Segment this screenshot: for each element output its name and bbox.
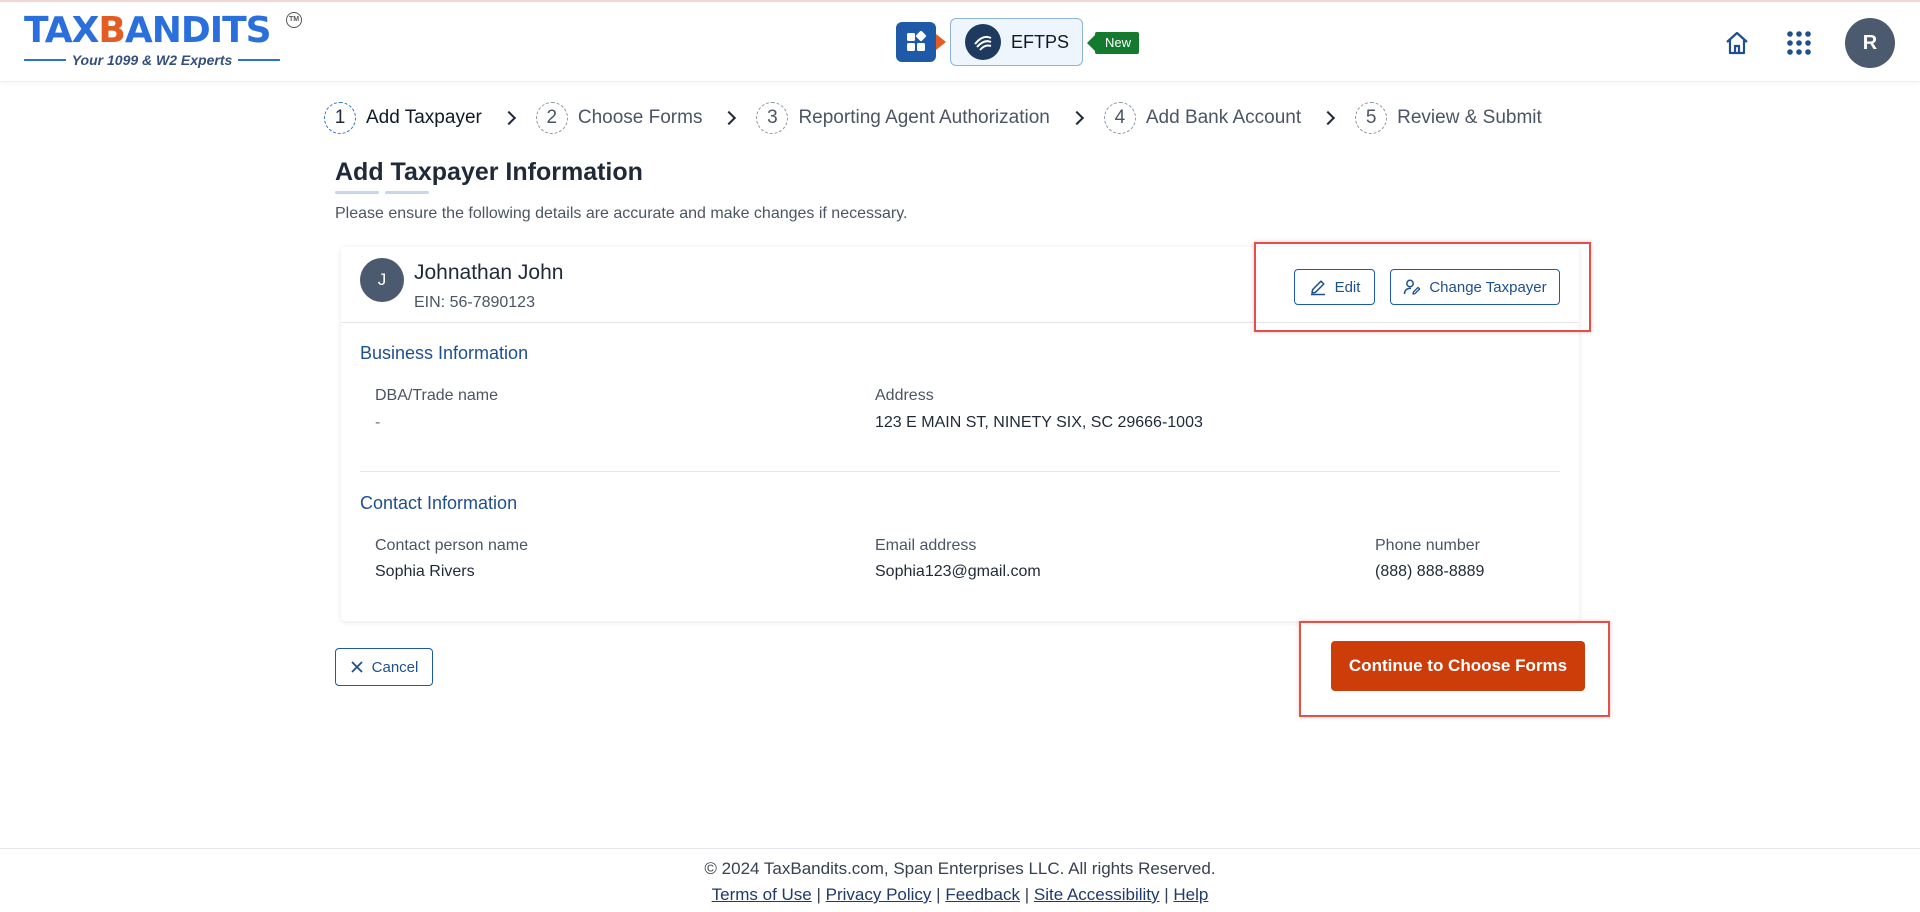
app-switcher-button[interactable] [896,22,936,62]
step-number: 3 [756,102,789,134]
terms-of-use-link[interactable]: Terms of Use [712,885,812,904]
footer-links: Terms of Use | Privacy Policy | Feedback… [711,885,1209,904]
contact-person-label: Contact person name [375,537,528,554]
step-reporting-agent-authorization[interactable]: 3 Reporting Agent Authorization [756,102,1050,134]
cancel-label: Cancel [371,658,419,676]
switcher-arrow-icon [936,34,946,50]
home-icon[interactable] [1722,28,1752,58]
step-choose-forms[interactable]: 2 Choose Forms [535,102,703,134]
step-label: Add Taxpayer [366,107,482,128]
step-label: Add Bank Account [1145,107,1302,128]
step-add-bank-account[interactable]: 4 Add Bank Account [1103,102,1302,134]
taxpayer-name: Johnathan John [414,261,564,284]
dba-label: DBA/Trade name [375,387,499,404]
cancel-button[interactable]: Cancel [335,648,433,686]
page-footer: © 2024 TaxBandits.com, Span Enterprises … [0,848,1920,912]
address-value: 123 E MAIN ST, NINETY SIX, SC 29666-1003 [875,414,1203,431]
user-avatar[interactable]: R [1845,18,1895,68]
widgets-icon [907,31,927,51]
help-link[interactable]: Help [1173,885,1208,904]
copyright-text: © 2024 TaxBandits.com, Span Enterprises … [704,859,1216,878]
chevron-right-icon [1069,110,1084,126]
site-accessibility-link[interactable]: Site Accessibility [1034,885,1160,904]
email-value: Sophia123@gmail.com [875,563,1041,580]
close-icon [351,661,363,673]
contact-person-value: Sophia Rivers [375,563,475,580]
feedback-link[interactable]: Feedback [945,885,1020,904]
phone-label: Phone number [1375,537,1480,554]
eftps-product-button[interactable]: EFTPS [950,18,1083,66]
title-underline [335,191,429,194]
taxpayer-ein: EIN: 56-7890123 [414,294,535,311]
business-info-title: Business Information [360,343,529,363]
step-review-submit[interactable]: 5 Review & Submit [1355,102,1542,134]
app-header: TAXBANDITS TM Your 1099 & W2 Experts EFT… [0,2,1920,82]
new-badge: New [1086,32,1140,54]
page-title: Add Taxpayer Information [335,158,643,186]
taxbandits-logo[interactable]: TAXBANDITS TM Your 1099 & W2 Experts [24,10,304,72]
section-divider [360,471,1560,472]
page-subtitle: Please ensure the following details are … [335,205,908,222]
eftps-logo-icon [965,24,1001,60]
taxpayer-avatar: J [360,258,404,302]
phone-value: (888) 888-8889 [1375,563,1485,580]
owl-glasses-icon: B [98,10,125,51]
highlight-box-taxpayer-actions [1254,242,1591,332]
address-label: Address [875,387,934,404]
email-label: Email address [875,537,977,554]
privacy-policy-link[interactable]: Privacy Policy [826,885,932,904]
chevron-right-icon [501,110,516,126]
logo-tagline: Your 1099 & W2 Experts [24,52,281,68]
chevron-right-icon [1321,110,1336,126]
step-number: 5 [1355,102,1388,134]
step-number: 2 [535,102,568,134]
step-label: Review & Submit [1397,107,1542,128]
step-number: 1 [324,102,356,134]
apps-grid-icon[interactable] [1785,29,1813,57]
chevron-right-icon [722,110,737,126]
contact-info-title: Contact Information [360,493,518,513]
step-label: Choose Forms [577,107,703,128]
eftps-label: EFTPS [1011,31,1070,52]
logo-wordmark: TAXBANDITS [24,10,272,51]
highlight-box-continue [1299,621,1610,717]
step-label: Reporting Agent Authorization [798,107,1050,128]
step-number: 4 [1103,102,1136,134]
step-add-taxpayer[interactable]: 1 Add Taxpayer [324,102,482,134]
progress-stepper: 1 Add Taxpayer 2 Choose Forms 3 Reportin… [324,100,1542,136]
dba-value: - [375,414,381,431]
trademark-icon: TM [286,12,302,28]
